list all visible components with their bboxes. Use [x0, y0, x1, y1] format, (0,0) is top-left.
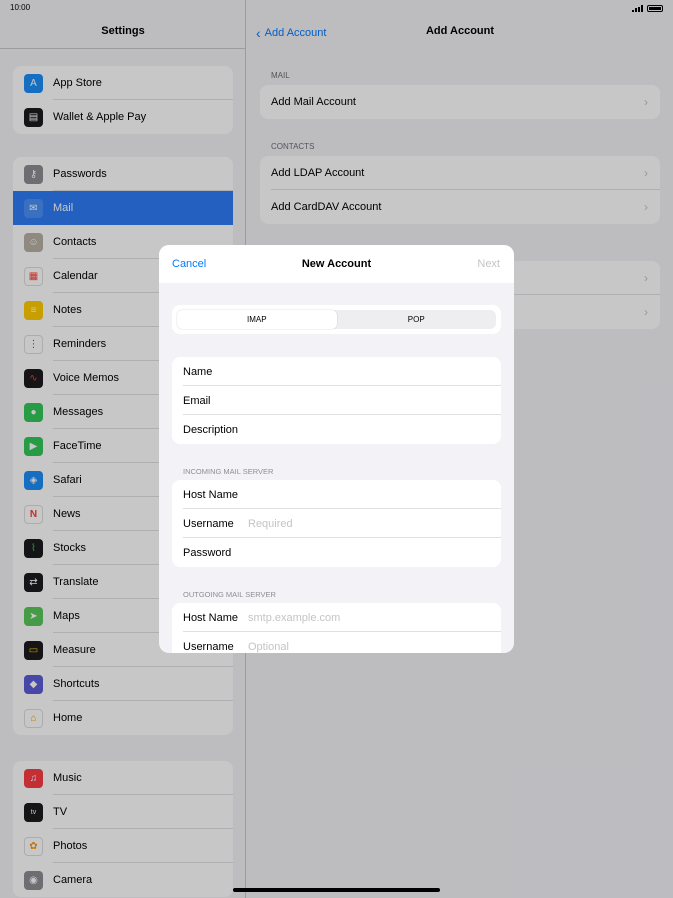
status-icons: [632, 3, 663, 13]
description-field[interactable]: Description: [172, 415, 501, 444]
name-input[interactable]: [248, 365, 501, 378]
outgoing-server-group: Host Name Username: [172, 603, 501, 653]
sheet-title: New Account: [301, 258, 372, 270]
incoming-server-header: INCOMING MAIL SERVER: [183, 467, 274, 476]
protocol-segment-container: IMAP POP: [172, 305, 501, 334]
username-label: Username: [183, 517, 234, 530]
description-input[interactable]: [248, 423, 501, 436]
protocol-segmented-control: IMAP POP: [177, 310, 496, 329]
username-label: Username: [183, 640, 234, 653]
incoming-host-field[interactable]: Host Name: [172, 480, 501, 509]
email-label: Email: [183, 394, 211, 407]
outgoing-username-field[interactable]: Username: [172, 632, 501, 653]
outgoing-server-header: OUTGOING MAIL SERVER: [183, 590, 276, 599]
account-info-group: Name Email Description: [172, 357, 501, 444]
password-label: Password: [183, 546, 232, 559]
incoming-host-input[interactable]: [248, 488, 501, 501]
host-name-label: Host Name: [183, 488, 239, 501]
description-label: Description: [183, 423, 239, 436]
outgoing-host-input[interactable]: [248, 611, 501, 624]
incoming-password-input[interactable]: [248, 546, 501, 559]
segment-pop[interactable]: POP: [337, 310, 497, 329]
outgoing-username-input[interactable]: [248, 640, 501, 653]
status-time: 10:00: [10, 3, 31, 12]
name-label: Name: [183, 365, 213, 378]
name-field[interactable]: Name: [172, 357, 501, 386]
incoming-username-field[interactable]: Username: [172, 509, 501, 538]
status-bar: 10:00: [0, 0, 673, 16]
new-account-sheet: New Account Cancel Next IMAP POP Name Em…: [159, 245, 514, 653]
incoming-username-input[interactable]: [248, 517, 501, 530]
segment-imap[interactable]: IMAP: [177, 310, 337, 329]
next-button[interactable]: Next: [477, 258, 500, 270]
incoming-server-group: Host Name Username Password: [172, 480, 501, 567]
sheet-nav-bar: New Account Cancel Next: [159, 245, 514, 283]
email-field[interactable]: Email: [172, 386, 501, 415]
signal-icon: [632, 4, 643, 12]
email-input[interactable]: [248, 394, 501, 407]
cancel-button[interactable]: Cancel: [172, 258, 206, 270]
incoming-password-field[interactable]: Password: [172, 538, 501, 567]
outgoing-host-field[interactable]: Host Name: [172, 603, 501, 632]
home-indicator[interactable]: [233, 888, 440, 892]
host-name-label: Host Name: [183, 611, 239, 624]
battery-icon: [647, 4, 663, 12]
